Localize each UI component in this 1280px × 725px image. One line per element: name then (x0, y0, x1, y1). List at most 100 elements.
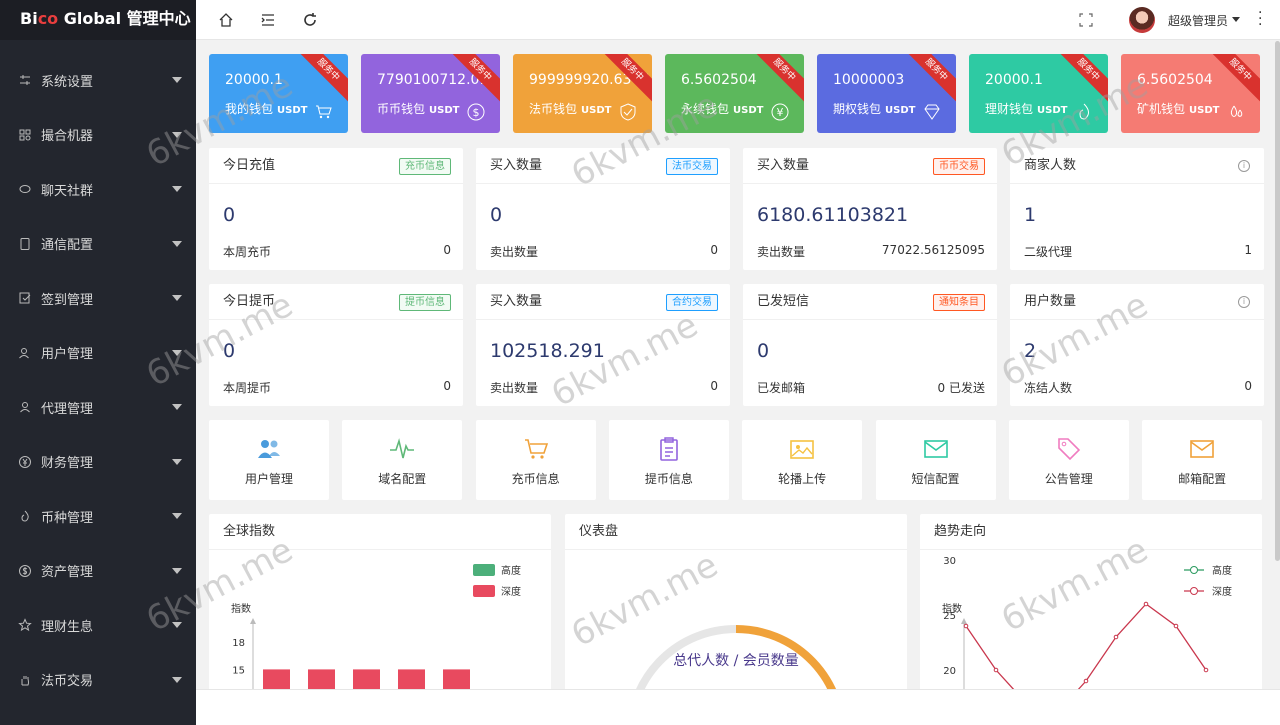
sidebar-item[interactable]: 用户管理 (0, 326, 196, 381)
stat-sub-label: 卖出数量 (757, 245, 806, 259)
sidebar-item-label: 币种管理 (41, 510, 94, 526)
sidebar-item[interactable]: 代理管理 (0, 380, 196, 435)
stat-tag[interactable]: 币币交易 (933, 158, 985, 175)
user-name[interactable]: 超级管理员 (1168, 12, 1228, 29)
stat-title: 买入数量 合约交易 (476, 284, 730, 320)
stat-card: 今日充值 充币信息 0 本周充币 0 (209, 148, 463, 270)
stat-value: 0 (757, 340, 770, 362)
chevron-down-icon[interactable] (1232, 17, 1240, 22)
stat-card: 用户数量 i 2 冻结人数 0 (1010, 284, 1264, 406)
chevron-down-icon (172, 186, 182, 193)
quick-link-label: 公告管理 (1044, 472, 1093, 486)
quick-link[interactable]: 邮箱配置 (1142, 420, 1263, 500)
sidebar-item[interactable]: 聊天社群 (0, 162, 196, 217)
stat-value: 1 (1024, 204, 1037, 226)
stat-tag[interactable]: 提币信息 (399, 294, 451, 311)
legend-marker (1190, 587, 1198, 595)
stat-sub-value: 0 (443, 243, 451, 257)
wallet-card[interactable]: 20000.1 我的钱包 USDT 服务中 (209, 54, 348, 133)
quick-link-label: 轮播上传 (778, 472, 827, 486)
stat-value: 0 (490, 204, 503, 226)
stat-sub-value: 0 (443, 379, 451, 393)
flame-icon (1079, 103, 1089, 120)
stat-tag[interactable]: 法币交易 (666, 158, 718, 175)
quick-link[interactable]: 充币信息 (475, 420, 596, 500)
quick-link[interactable]: 用户管理 (209, 420, 329, 500)
wallet-card[interactable]: 6.5602504 永续钱包 USDT 服务中 ¥ (665, 54, 804, 133)
stat-sub-label: 本周充币 (223, 245, 272, 259)
fullscreen-icon[interactable] (1076, 10, 1096, 30)
stat-tag[interactable]: 合约交易 (666, 294, 718, 311)
axis-label: 指数 (231, 602, 251, 615)
clipboard-icon (660, 437, 678, 461)
stat-title: 买入数量 币币交易 (743, 148, 997, 184)
legend-swatch (473, 564, 495, 576)
more-icon[interactable]: · · · (1258, 6, 1262, 32)
sidebar-item-label: 代理管理 (41, 401, 94, 417)
sidebar-item[interactable]: 财务管理 (0, 435, 196, 490)
wallet-card[interactable]: 7790100712.012 币币钱包 USDT 服务中 $ (361, 54, 500, 133)
wallet-card[interactable]: 999999920.6346 法币钱包 USDT 服务中 (513, 54, 652, 133)
stat-tag[interactable]: 充币信息 (399, 158, 451, 175)
stat-tag[interactable]: 通知条目 (933, 294, 985, 311)
data-point (993, 667, 999, 673)
home-icon[interactable] (216, 10, 236, 30)
sidebar-item[interactable]: 撮合机器 (0, 108, 196, 163)
sidebar-item-label: 财务管理 (41, 456, 94, 472)
quick-link[interactable]: 域名配置 (342, 420, 463, 500)
star-icon (18, 618, 32, 632)
quick-link-label: 邮箱配置 (1178, 472, 1227, 486)
wallet-card[interactable]: 6.5602504 矿机钱包 USDT 服务中 (1121, 54, 1260, 133)
drops-icon (1230, 105, 1243, 117)
wallet-label: 矿机钱包 USDT (1137, 102, 1220, 116)
stat-title: 用户数量 i (1010, 284, 1264, 320)
stat-title: 买入数量 法币交易 (476, 148, 730, 184)
info-icon[interactable]: i (1238, 296, 1250, 308)
cart-icon (316, 105, 332, 119)
sidebar-item[interactable]: 系统设置 (0, 53, 196, 108)
wallet-label: 理财钱包 USDT (985, 102, 1068, 116)
quick-link[interactable]: 公告管理 (1008, 420, 1129, 500)
sidebar-item[interactable]: 签到管理 (0, 271, 196, 326)
stat-card: 今日提币 提币信息 0 本周提币 0 (209, 284, 463, 406)
quick-link[interactable]: 提币信息 (608, 420, 729, 500)
refresh-icon[interactable] (300, 10, 320, 30)
legend-label: 高度 (1212, 564, 1232, 577)
chevron-down-icon (172, 458, 182, 465)
sidebar-item[interactable]: 资产管理 (0, 544, 196, 599)
app-logo[interactable]: Bico Global 管理中心 (0, 0, 196, 40)
sidebar-item-label: 聊天社群 (41, 183, 94, 199)
stat-title: 已发短信 通知条目 (743, 284, 997, 320)
pulse-icon (390, 438, 415, 459)
wallet-value: 6.5602504 (1137, 72, 1213, 88)
stat-card: 买入数量 币币交易 6180.61103821 卖出数量 77022.56125095 (743, 148, 997, 270)
stat-value: 0 (223, 204, 236, 226)
chevron-down-icon (172, 676, 182, 683)
sidebar-item[interactable]: 理财生息 (0, 598, 196, 653)
image-icon (790, 440, 814, 459)
wallet-value: 20000.1 (225, 72, 283, 88)
sidebar-item[interactable]: 通信配置 (0, 217, 196, 272)
chevron-down-icon (172, 131, 182, 138)
quick-link[interactable]: 轮播上传 (742, 420, 863, 500)
quick-link[interactable]: 短信配置 (875, 420, 996, 500)
sidebar-item[interactable]: 币种管理 (0, 489, 196, 544)
diamond-icon (924, 104, 940, 120)
wallet-card[interactable]: 10000003 期权钱包 USDT 服务中 (817, 54, 956, 133)
sidebar-item[interactable]: 法币交易 (0, 653, 196, 708)
yen-icon (18, 455, 32, 469)
info-icon[interactable]: i (1238, 160, 1250, 172)
wallet-card[interactable]: 20000.1 理财钱包 USDT 服务中 (969, 54, 1108, 133)
tick-label: 30 (943, 556, 956, 567)
chevron-down-icon (172, 349, 182, 356)
quick-link-label: 用户管理 (244, 472, 293, 486)
dollar-icon (18, 564, 32, 578)
avatar[interactable] (1129, 7, 1155, 33)
menu-collapse-icon[interactable] (258, 10, 278, 30)
chat-icon (18, 182, 32, 196)
stat-sub-value: 0 (1244, 379, 1252, 393)
scrollbar[interactable] (1275, 41, 1280, 561)
stat-sub-label: 二级代理 (1024, 245, 1073, 259)
top-bar: 超级管理员 · · · (196, 0, 1280, 40)
stat-value: 2 (1024, 340, 1037, 362)
